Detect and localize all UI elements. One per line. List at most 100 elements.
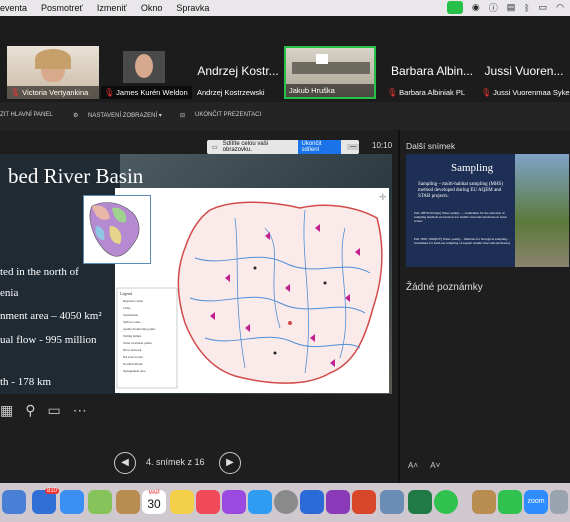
slide-text-line: nment area – 4050 km² bbox=[0, 310, 102, 322]
participant-initials: Jussi Vuoren... bbox=[484, 64, 564, 78]
dock: 810 МАЙ 30 zoom bbox=[0, 483, 570, 522]
legend-item: Water treatment plants bbox=[123, 341, 153, 345]
facetime-icon[interactable] bbox=[498, 490, 522, 514]
screen-share-icon: ▭ bbox=[212, 144, 218, 151]
gear-icon[interactable]: ⚙ bbox=[73, 112, 78, 119]
app-icon[interactable]: 810 bbox=[32, 488, 59, 514]
participant-tile[interactable]: Barbara Albin... 🎙︎ Barbara Albiniak PL bbox=[384, 46, 480, 99]
participant-name: James Kurén Weldon bbox=[116, 88, 188, 97]
participant-tile[interactable]: Jussi Vuoren... 🎙︎ Jussi Vuorenmaa Syke bbox=[478, 46, 570, 99]
battery-icon[interactable]: ▭ bbox=[539, 2, 548, 13]
legend-item: Cities bbox=[123, 306, 131, 310]
legend-item: RA state border bbox=[123, 355, 144, 359]
presenter-toolbar: ZIT HLAVNÍ PANEL ⚙ NASTAVENÍ ZOBRAZENÍ ▾… bbox=[0, 102, 570, 130]
mic-muted-icon: 🎙︎ bbox=[481, 88, 492, 97]
slide-text-line: th - 178 km bbox=[0, 376, 52, 388]
increase-font-button[interactable]: A˄ bbox=[408, 461, 418, 470]
powerpoint-icon[interactable] bbox=[352, 490, 376, 514]
magnifier-icon[interactable]: ⚲ bbox=[25, 402, 35, 419]
mic-muted-icon: 🎙︎ bbox=[104, 88, 115, 97]
menu-item-view[interactable]: Posmotreť bbox=[41, 3, 83, 13]
settlement bbox=[273, 351, 277, 355]
regional-center bbox=[288, 321, 292, 325]
display-settings-button[interactable]: NASTAVENÍ ZOBRAZENÍ ▾ bbox=[88, 112, 162, 119]
system-preferences-icon[interactable] bbox=[274, 490, 298, 514]
slide-counter: 4. snímek z 16 bbox=[146, 457, 205, 467]
decrease-font-button[interactable]: A˅ bbox=[430, 461, 440, 470]
trash-icon[interactable] bbox=[550, 490, 568, 514]
notes-icon[interactable] bbox=[170, 490, 194, 514]
share-banner-text: Sdílíte celou vaši obrazovku. bbox=[222, 141, 269, 153]
bluetooth-icon[interactable]: ᛒ bbox=[524, 3, 529, 13]
current-slide-area: ▭ Sdílíte celou vaši obrazovku. Ukončit … bbox=[0, 130, 398, 483]
legend-item: Northern Basin bbox=[123, 362, 143, 366]
menu-item-edit[interactable]: Izmeniť bbox=[97, 3, 127, 13]
hair-shape bbox=[35, 49, 71, 69]
excel-icon[interactable] bbox=[408, 490, 432, 514]
menu-item-app[interactable]: eventa bbox=[0, 3, 27, 13]
participant-tile[interactable]: Andrzej Kostr... Andrzej Kostrzewski bbox=[194, 46, 282, 99]
mail-badge: 810 bbox=[44, 488, 59, 494]
legend-item: River network bbox=[123, 348, 142, 352]
more-options-icon[interactable]: ⋯ bbox=[73, 402, 87, 419]
next-slide-bullet: ISO 10870:2012(en) Water quality — Guide… bbox=[414, 211, 507, 224]
menu-item-window[interactable]: Okno bbox=[141, 3, 163, 13]
info-icon[interactable]: ⓘ bbox=[489, 1, 498, 14]
menu-item-help[interactable]: Spravka bbox=[176, 3, 209, 13]
safari-icon[interactable] bbox=[60, 490, 84, 514]
next-slide-photo bbox=[515, 154, 569, 267]
presentation-clock: 10:10 bbox=[372, 141, 393, 150]
wifi-icon[interactable]: ◠ bbox=[556, 2, 564, 13]
slide-text-line: enia bbox=[0, 287, 19, 299]
keyboard-layout-icon[interactable]: ▤ bbox=[507, 2, 516, 13]
participant-tile-active-speaker[interactable]: Jakub Hruška bbox=[284, 46, 376, 99]
minimize-banner-button[interactable]: — bbox=[347, 144, 359, 150]
end-presentation-button[interactable]: UKONČIT PREZENTACI bbox=[195, 112, 261, 118]
menu-bar: eventa Posmotreť Izmeniť Okno Spravka ◉ … bbox=[0, 0, 570, 16]
end-presentation-icon[interactable]: ⊟ bbox=[180, 112, 185, 119]
next-slide-button[interactable]: ▶ bbox=[219, 452, 241, 474]
font-size-controls: A˄ A˅ bbox=[408, 461, 440, 470]
current-slide: bed River Basin ted in the north of enia… bbox=[0, 154, 392, 394]
books-icon[interactable] bbox=[472, 490, 496, 514]
app-store-icon[interactable] bbox=[248, 490, 272, 514]
participant-tile[interactable]: 🎙︎ James Kurén Weldon bbox=[101, 46, 192, 99]
maps-icon[interactable] bbox=[88, 490, 112, 514]
compass-icon: ✛ bbox=[379, 192, 387, 202]
zoom-icon[interactable]: zoom bbox=[524, 490, 548, 514]
grid-view-icon[interactable]: ▦ bbox=[0, 402, 13, 419]
share-banner: ▭ Sdílíte celou vaši obrazovku. Ukončit … bbox=[207, 140, 359, 154]
music-icon[interactable] bbox=[196, 490, 220, 514]
presenter-screen-icon[interactable]: ▭ bbox=[48, 402, 61, 419]
finder-icon[interactable] bbox=[2, 490, 26, 514]
next-slide-preview[interactable]: Sampling Sampling – multi-habitat sampli… bbox=[406, 154, 569, 267]
whatsapp-icon[interactable] bbox=[434, 490, 458, 514]
speaker-notes: Žádné poznámky bbox=[406, 282, 483, 293]
zoom-camera-icon[interactable] bbox=[446, 1, 463, 14]
preview-icon[interactable] bbox=[380, 490, 404, 514]
legend-title: Legend bbox=[120, 291, 132, 296]
participant-tile[interactable]: 🎙︎ Victoria Vertyankina bbox=[7, 46, 99, 99]
notification-badge-icon[interactable]: ◉ bbox=[472, 2, 480, 13]
previous-slide-button[interactable]: ◀ bbox=[114, 452, 136, 474]
avatar bbox=[135, 54, 153, 78]
calendar-day: 30 bbox=[147, 497, 161, 511]
slide-tools: ▦ ⚲ ▭ ⋯ bbox=[0, 402, 87, 419]
participant-initials: Barbara Albin... bbox=[390, 64, 474, 78]
podcasts-icon[interactable] bbox=[222, 490, 246, 514]
participant-name: Victoria Vertyankina bbox=[22, 88, 89, 97]
contacts-icon[interactable] bbox=[116, 490, 140, 514]
word-icon[interactable] bbox=[300, 490, 324, 514]
stop-sharing-button[interactable]: Ukončit sdílení bbox=[297, 140, 341, 154]
legend-item: Tailing dumps bbox=[123, 334, 142, 338]
onenote-icon[interactable] bbox=[326, 490, 350, 514]
participant-name: Barbara Albiniak PL bbox=[399, 88, 466, 97]
participant-name: Andrzej Kostrzewski bbox=[197, 88, 265, 97]
inset-map bbox=[83, 195, 151, 264]
legend-item: Regional center bbox=[123, 299, 144, 303]
calendar-icon[interactable]: МАЙ 30 bbox=[142, 490, 166, 514]
slide-title: bed River Basin bbox=[8, 164, 144, 188]
hide-panel-button[interactable]: ZIT HLAVNÍ PANEL bbox=[0, 112, 53, 118]
settlement bbox=[323, 281, 327, 285]
slide-text-line: ted in the north of bbox=[0, 266, 79, 278]
